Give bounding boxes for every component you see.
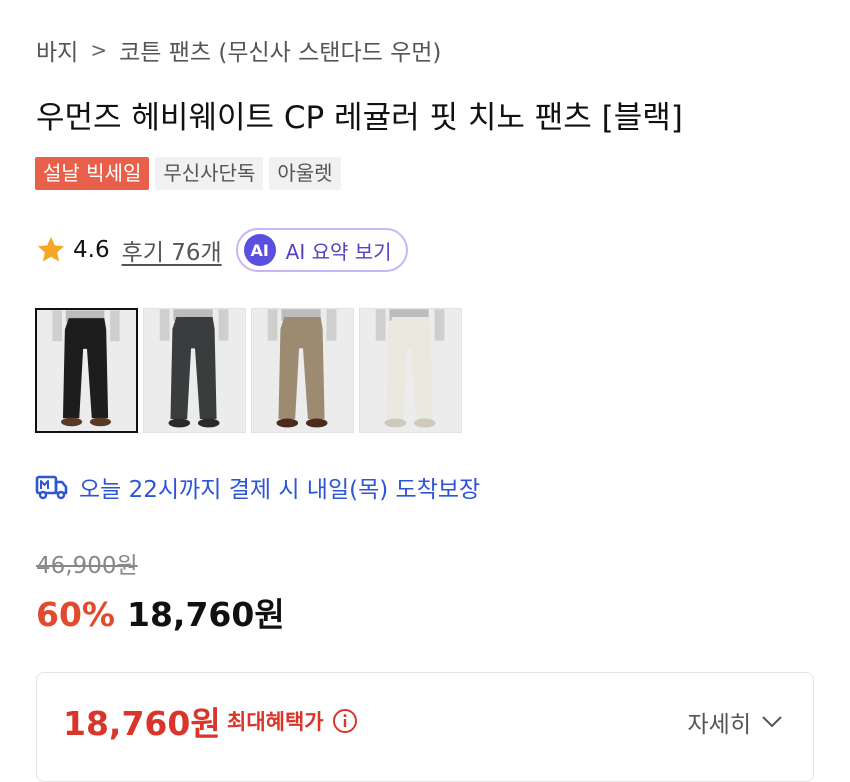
badge-row: 설날 빅세일 무신사단독 아울렛 xyxy=(35,157,341,190)
chevron-down-icon xyxy=(762,716,782,728)
badge-sale: 설날 빅세일 xyxy=(35,157,150,190)
product-photo xyxy=(37,310,136,431)
badge-exclusive: 무신사단독 xyxy=(155,157,264,190)
thumbnail-beige[interactable] xyxy=(251,308,354,433)
benefit-price: 18,760원 xyxy=(63,704,221,743)
breadcrumb-category[interactable]: 바지 xyxy=(36,33,78,67)
info-icon[interactable] xyxy=(332,708,358,734)
breadcrumb: 바지 > 코튼 팬츠 (무신사 스탠다드 우먼) xyxy=(36,33,441,67)
discount-rate: 60% xyxy=(36,595,115,634)
star-icon xyxy=(37,236,65,262)
thumbnail-black[interactable] xyxy=(35,308,138,433)
delivery-guarantee: 오늘 22시까지 결제 시 내일(목) 도착보장 xyxy=(35,470,480,504)
thumbnail-ivory[interactable] xyxy=(359,308,462,433)
badge-outlet: 아울렛 xyxy=(269,157,341,190)
rating-row: 4.6 후기 76개 AI AI 요약 보기 xyxy=(35,227,408,273)
thumbnail-charcoal[interactable] xyxy=(143,308,246,433)
product-photo xyxy=(252,309,353,432)
ai-icon: AI xyxy=(243,234,276,266)
chevron-right-icon: > xyxy=(90,38,108,62)
delivery-text: 오늘 22시까지 결제 시 내일(목) 도착보장 xyxy=(79,477,481,503)
breadcrumb-subcategory[interactable]: 코튼 팬츠 (무신사 스탠다드 우먼) xyxy=(119,33,441,67)
original-price: 46,900원 xyxy=(36,553,138,579)
details-label: 자세히 xyxy=(687,712,751,738)
ai-summary-button[interactable]: AI AI 요약 보기 xyxy=(235,228,408,272)
max-benefit-box[interactable]: 18,760원 최대혜택가 자세히 xyxy=(36,672,814,782)
product-photo xyxy=(144,309,245,432)
thumbnail-list xyxy=(35,308,462,433)
delivery-truck-icon xyxy=(35,475,68,500)
benefit-label: 최대혜택가 xyxy=(227,710,324,734)
benefit-label-group: 최대혜택가 xyxy=(227,706,358,736)
ai-summary-label: AI 요약 보기 xyxy=(285,239,392,264)
rating-score: 4.6 xyxy=(73,237,110,263)
details-button[interactable]: 자세히 xyxy=(688,705,783,739)
sale-price: 18,760원 xyxy=(127,595,285,634)
price-row: 60% 18,760원 xyxy=(36,588,285,636)
reviews-link[interactable]: 후기 76개 xyxy=(122,233,222,267)
product-photo xyxy=(360,309,461,432)
product-title: 우먼즈 헤비웨이트 CP 레귤러 핏 치노 팬츠 [블랙] xyxy=(36,100,683,136)
